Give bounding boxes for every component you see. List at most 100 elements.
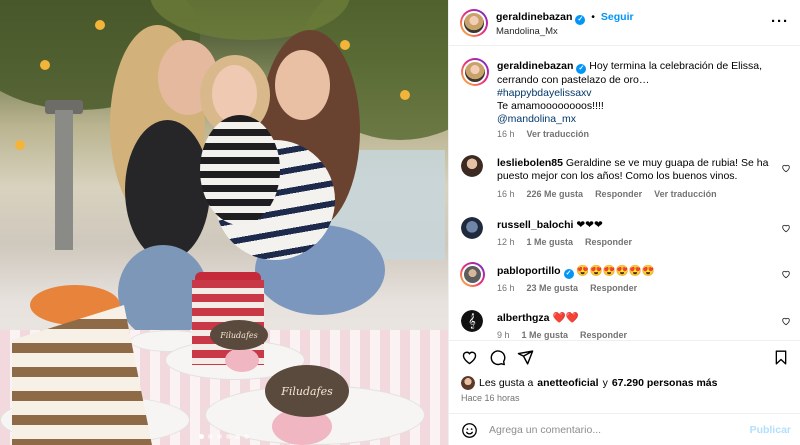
carousel-dot[interactable] [226, 434, 231, 439]
liker-username[interactable]: anetteoficial [537, 377, 598, 389]
comment-likes[interactable]: 226 Me gusta [527, 189, 584, 199]
caption-mention[interactable]: @mandolina_mx [497, 113, 576, 125]
author-username[interactable]: geraldinebazan [496, 11, 572, 23]
reply-button[interactable]: Responder [595, 189, 642, 199]
add-comment-bar: Publicar [449, 413, 800, 445]
brand-tag-small: Filudafes [210, 320, 268, 350]
brand-tag-large: Filudafes [265, 365, 349, 417]
more-horizontal-icon[interactable]: ··· [771, 13, 789, 30]
likes-prefix: Les gusta a [479, 377, 534, 389]
comment-body: ❤️❤️ [552, 312, 579, 324]
carousel-dot[interactable] [244, 434, 249, 439]
post-time[interactable]: Hace 16 horas [461, 393, 520, 403]
commenter-avatar[interactable] [460, 262, 485, 287]
caption-username[interactable]: geraldinebazan [497, 60, 573, 72]
commenter-username[interactable]: lesliebolen85 [497, 157, 563, 169]
translate-button[interactable]: Ver traducción [654, 189, 717, 199]
comment-text: russell_balochi ❤❤❤ [497, 219, 779, 232]
person-right-face [275, 50, 330, 120]
comment-item: russell_balochi ❤❤❤ 12 h 1 Me gusta Resp… [461, 217, 791, 251]
carousel-indicator [0, 434, 448, 439]
likes-count[interactable]: 67.290 personas más [612, 377, 718, 389]
commenter-username[interactable]: pabloportillo [497, 265, 561, 277]
comment-text: alberthgza ❤️❤️ [497, 312, 779, 325]
commenter-avatar[interactable] [461, 217, 483, 239]
macaron [225, 348, 259, 372]
post-actions-bar [449, 340, 800, 372]
comment-meta: 16 h 23 Me gusta Responder [497, 283, 637, 293]
commenter-username[interactable]: alberthgza [497, 312, 550, 324]
caption-time: 16 h [497, 129, 515, 139]
comment-bubble-icon[interactable] [489, 349, 506, 366]
save-bookmark-icon[interactable] [773, 349, 789, 366]
person-left-top [125, 120, 210, 260]
likes-conjunction: y [602, 377, 608, 389]
comment-time: 12 h [497, 237, 515, 247]
verified-badge-icon: ✓ [575, 15, 586, 25]
comment-text: lesliebolen85 Geraldine se ve muy guapa … [497, 157, 779, 183]
comment-likes[interactable]: 1 Me gusta [522, 330, 569, 340]
person-middle-sweater [200, 115, 280, 225]
share-send-icon[interactable] [517, 349, 534, 366]
follow-button[interactable]: Seguir [601, 11, 634, 23]
comment-body: ❤❤❤ [576, 219, 603, 231]
commenter-avatar[interactable] [461, 155, 483, 177]
liker-avatar[interactable] [461, 376, 475, 390]
caption: geraldinebazan ✓ Hoy termina la celebrac… [461, 58, 791, 139]
carousel-dot[interactable] [199, 434, 204, 439]
comment-meta: 12 h 1 Me gusta Responder [497, 237, 632, 247]
post-photo[interactable]: Filudafes Filudafes [0, 0, 448, 445]
reply-button[interactable]: Responder [590, 283, 637, 293]
post-side-panel: geraldinebazan ✓ • Seguir Mandolina_Mx ·… [448, 0, 800, 445]
separator-dot: • [591, 11, 595, 23]
comment-like-heart-icon[interactable] [781, 163, 791, 173]
comment-time: 16 h [497, 189, 515, 199]
comment-time: 16 h [497, 283, 515, 293]
publish-button[interactable]: Publicar [750, 424, 791, 436]
likes-summary: Les gusta a anetteoficial y 67.290 perso… [461, 376, 717, 390]
comment-body: 😍😍😍😍😍😍 [576, 265, 655, 277]
lemon [15, 140, 25, 150]
post-header: geraldinebazan ✓ • Seguir Mandolina_Mx ·… [449, 0, 800, 46]
comment-item: pabloportillo ✓ 😍😍😍😍😍😍 16 h 23 Me gusta … [460, 262, 791, 297]
comments-list[interactable]: geraldinebazan ✓ Hoy termina la celebrac… [449, 46, 800, 340]
commenter-username[interactable]: russell_balochi [497, 219, 573, 231]
lemon [95, 20, 105, 30]
caption-line: Te amamoooooooos!!!! [497, 100, 604, 112]
author-avatar[interactable] [460, 9, 488, 37]
verified-badge-icon: ✓ [576, 64, 587, 74]
lemon [400, 90, 410, 100]
reply-button[interactable]: Responder [580, 330, 627, 340]
caption-text: geraldinebazan ✓ Hoy termina la celebrac… [497, 60, 779, 126]
comment-like-heart-icon[interactable] [781, 269, 791, 279]
caption-meta: 16 h Ver traducción [497, 129, 589, 139]
treble-clef-icon: 𝄞 [461, 310, 483, 332]
location-link[interactable]: Mandolina_Mx [496, 26, 558, 37]
carousel-dot[interactable] [235, 434, 240, 439]
comment-item: lesliebolen85 Geraldine se ve muy guapa … [461, 155, 791, 199]
verified-badge-icon: ✓ [563, 269, 574, 279]
comment-likes[interactable]: 1 Me gusta [527, 237, 574, 247]
comment-time: 9 h [497, 330, 510, 340]
comment-input[interactable] [489, 421, 729, 439]
lemon [340, 40, 350, 50]
emoji-smiley-icon[interactable] [461, 422, 478, 439]
patio-heater [55, 110, 73, 250]
comment-item: 𝄞 alberthgza ❤️❤️ 9 h 1 Me gusta Respond… [461, 310, 791, 340]
commenter-avatar[interactable]: 𝄞 [461, 310, 483, 332]
comment-text: pabloportillo ✓ 😍😍😍😍😍😍 [497, 265, 779, 279]
comment-like-heart-icon[interactable] [781, 223, 791, 233]
comment-meta: 16 h 226 Me gusta Responder Ver traducci… [497, 189, 717, 199]
lemon [40, 60, 50, 70]
person-middle-face [212, 65, 257, 123]
reply-button[interactable]: Responder [585, 237, 632, 247]
carousel-dot[interactable] [208, 434, 213, 439]
translate-button[interactable]: Ver traducción [527, 129, 590, 139]
author-avatar[interactable] [461, 58, 489, 86]
like-heart-icon[interactable] [461, 349, 478, 366]
carousel-dot[interactable] [217, 434, 222, 439]
comment-likes[interactable]: 23 Me gusta [527, 283, 579, 293]
caption-hashtag[interactable]: #happybdayelissaxv [497, 87, 592, 99]
comment-meta: 9 h 1 Me gusta Responder [497, 330, 627, 340]
comment-like-heart-icon[interactable] [781, 316, 791, 326]
